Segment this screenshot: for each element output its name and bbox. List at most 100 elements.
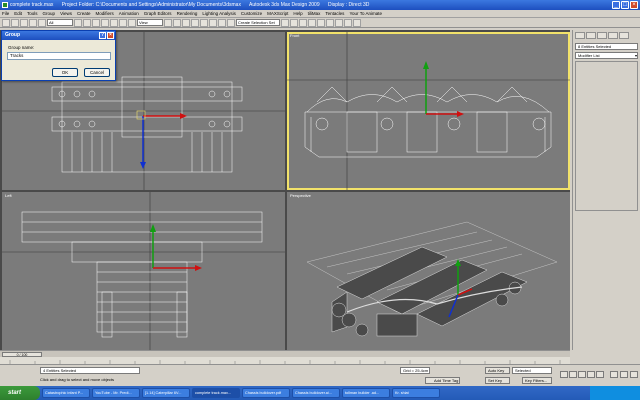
menu-edit[interactable]: Edit xyxy=(14,11,22,16)
taskbar-item[interactable]: YouTube - Mr. Predi... xyxy=(92,388,140,398)
hierarchy-tab-icon[interactable] xyxy=(597,32,607,39)
key-filters-button[interactable]: Key Filters... xyxy=(522,377,552,384)
group-name-input[interactable]: Tracks xyxy=(7,52,111,60)
menu-maxscript[interactable]: MAXScript xyxy=(267,11,288,16)
track-bar[interactable] xyxy=(0,357,570,364)
maximize-button[interactable]: □ xyxy=(621,1,629,9)
snap-icon[interactable] xyxy=(191,18,199,27)
render-setup-icon[interactable] xyxy=(335,18,343,27)
selection-status: 4 Entities Selected xyxy=(40,367,140,374)
taskbar-item[interactable]: Catastrophic infant P... xyxy=(42,388,90,398)
quick-render-icon[interactable] xyxy=(353,18,361,27)
chevron-down-icon: ▾ xyxy=(634,53,637,58)
taskbar-item[interactable]: tollman builder .ad... xyxy=(342,388,390,398)
menu-animation[interactable]: Animation xyxy=(119,11,139,16)
taskbar-item-active[interactable]: complete track.max... xyxy=(192,388,240,398)
start-button[interactable]: start xyxy=(0,386,40,400)
go-to-start-icon[interactable] xyxy=(560,371,568,378)
menu-tilimax[interactable]: tiliMax xyxy=(308,11,321,16)
modifier-list-dropdown[interactable]: Modifier List ▾ xyxy=(575,52,638,59)
select-icon[interactable] xyxy=(74,18,82,27)
play-icon[interactable] xyxy=(578,371,586,378)
time-slider-track[interactable]: 0 / 100 xyxy=(0,350,570,357)
menu-group[interactable]: Group xyxy=(43,11,56,16)
link-icon[interactable] xyxy=(20,18,28,27)
edit-named-selection-icon[interactable] xyxy=(227,18,235,27)
viewport-front[interactable]: Front xyxy=(287,32,570,190)
undo-icon[interactable] xyxy=(2,18,10,27)
menu-graph-editors[interactable]: Graph Editors xyxy=(144,11,172,16)
command-panel: 8 Entities Selected Modifier List ▾ xyxy=(572,30,640,350)
zoom-icon[interactable] xyxy=(610,371,618,378)
menu-modifiers[interactable]: Modifiers xyxy=(96,11,114,16)
front-view-wireframe xyxy=(287,32,570,190)
set-key-button[interactable]: Set Key xyxy=(485,377,510,384)
spinner-snap-icon[interactable] xyxy=(218,18,226,27)
menu-animate[interactable]: Your To Animate xyxy=(349,11,382,16)
dialog-close-button[interactable]: × xyxy=(107,32,114,39)
redo-icon[interactable] xyxy=(11,18,19,27)
next-frame-icon[interactable] xyxy=(587,371,595,378)
manipulate-icon[interactable] xyxy=(173,18,181,27)
viewport-perspective[interactable]: Perspective xyxy=(287,192,570,350)
scale-icon[interactable] xyxy=(128,18,136,27)
menu-customize[interactable]: Customize xyxy=(241,11,262,16)
select-by-name-icon[interactable] xyxy=(83,18,91,27)
add-time-tag-button[interactable]: Add Time Tag xyxy=(425,377,460,384)
schematic-view-icon[interactable] xyxy=(317,18,325,27)
menu-tentacles[interactable]: Tentacles xyxy=(325,11,344,16)
pivot-icon[interactable] xyxy=(164,18,172,27)
display-tab-icon[interactable] xyxy=(619,32,629,39)
percent-snap-icon[interactable] xyxy=(209,18,217,27)
menu-rendering[interactable]: Rendering xyxy=(177,11,198,16)
minimize-button[interactable]: _ xyxy=(612,1,620,9)
taskbar-item[interactable]: Chassis buildover.ai... xyxy=(292,388,340,398)
modify-tab-icon[interactable] xyxy=(586,32,596,39)
key-mode-dropdown[interactable]: Selected xyxy=(512,367,552,374)
dialog-help-button[interactable]: ? xyxy=(99,32,106,39)
menu-file[interactable]: File xyxy=(2,11,9,16)
go-to-end-icon[interactable] xyxy=(596,371,604,378)
create-tab-icon[interactable] xyxy=(575,32,585,39)
menu-help[interactable]: Help xyxy=(293,11,302,16)
group-name-label: Group name: xyxy=(8,45,35,50)
close-button[interactable]: × xyxy=(630,1,638,9)
curve-editor-icon[interactable] xyxy=(308,18,316,27)
cancel-button[interactable]: Cancel xyxy=(84,68,110,77)
selection-name-field[interactable]: 8 Entities Selected xyxy=(575,43,638,50)
taskbar-item[interactable]: [1.14] Caterpillar 6V... xyxy=(142,388,190,398)
pan-icon[interactable] xyxy=(620,371,628,378)
layer-icon[interactable] xyxy=(299,18,307,27)
ok-button[interactable]: OK xyxy=(52,68,78,77)
align-icon[interactable] xyxy=(290,18,298,27)
taskbar-item[interactable]: Kr. shiat xyxy=(392,388,440,398)
unlink-icon[interactable] xyxy=(29,18,37,27)
menu-create[interactable]: Create xyxy=(77,11,91,16)
rotate-icon[interactable] xyxy=(119,18,127,27)
orbit-icon[interactable] xyxy=(630,371,638,378)
modifier-stack[interactable] xyxy=(575,61,638,211)
auto-key-button[interactable]: Auto Key xyxy=(485,367,510,374)
motion-tab-icon[interactable] xyxy=(608,32,618,39)
title-bar: complete track.max Project Folder: C:\Do… xyxy=(0,0,640,10)
material-editor-icon[interactable] xyxy=(326,18,334,27)
window-crossing-icon[interactable] xyxy=(101,18,109,27)
angle-snap-icon[interactable] xyxy=(200,18,208,27)
selection-filter-dropdown[interactable]: All xyxy=(47,19,73,26)
mirror-icon[interactable] xyxy=(281,18,289,27)
named-selection-dropdown[interactable]: Create Selection Set xyxy=(236,19,280,26)
menu-tools[interactable]: Tools xyxy=(27,11,38,16)
previous-frame-icon[interactable] xyxy=(569,371,577,378)
taskbar-item[interactable]: Chassis buildover.pdf xyxy=(242,388,290,398)
move-icon[interactable] xyxy=(110,18,118,27)
select-region-icon[interactable] xyxy=(92,18,100,27)
bind-icon[interactable] xyxy=(38,18,46,27)
reference-coordinate-dropdown[interactable]: View xyxy=(137,19,163,26)
keyboard-shortcut-icon[interactable] xyxy=(182,18,190,27)
main-toolbar: All View Create Selection Set xyxy=(0,18,640,28)
menu-lighting-analysis[interactable]: Lighting Analysis xyxy=(202,11,236,16)
group-dialog: Group ? × Group name: Tracks OK Cancel xyxy=(1,30,116,81)
render-frame-icon[interactable] xyxy=(344,18,352,27)
viewport-left[interactable]: Left xyxy=(2,192,285,350)
menu-views[interactable]: Views xyxy=(60,11,72,16)
